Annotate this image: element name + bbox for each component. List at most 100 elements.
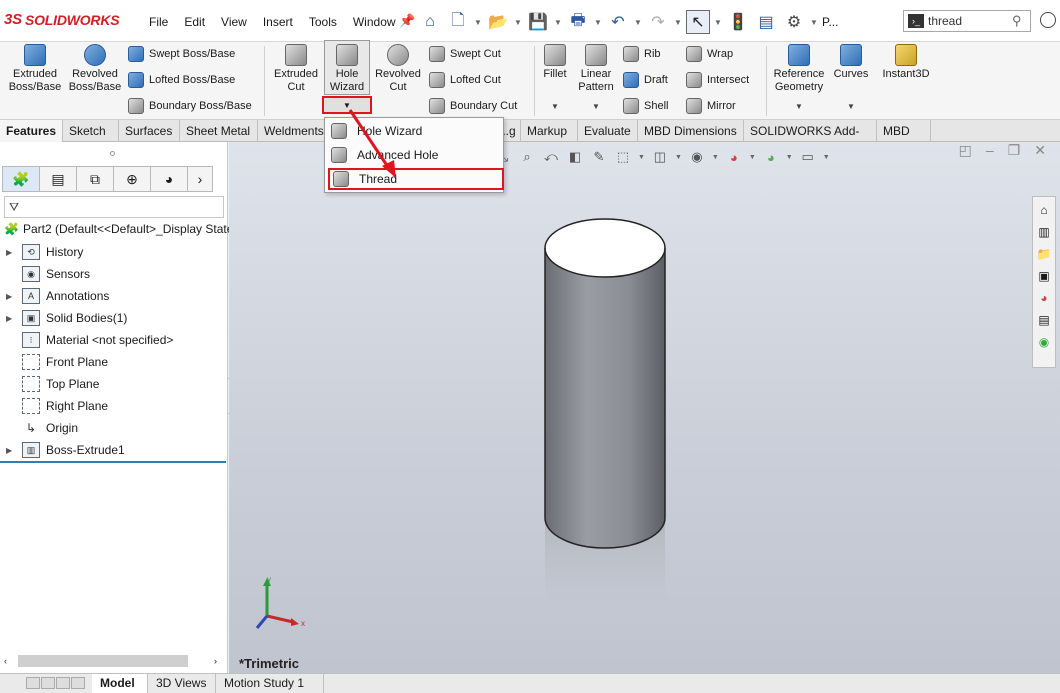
chevron-down-icon[interactable]: ▼ — [847, 102, 855, 111]
chevron-down-icon[interactable]: ▼ — [594, 18, 602, 27]
tab-weldments[interactable]: Weldments — [258, 120, 328, 142]
lofted-boss-button[interactable]: Lofted Boss/Base — [128, 72, 235, 88]
tree-item-top-plane[interactable]: Top Plane — [6, 374, 99, 394]
tab-evaluate[interactable]: Evaluate — [578, 120, 638, 142]
save-icon[interactable]: 💾 — [526, 10, 550, 34]
menu-insert[interactable]: Insert — [255, 15, 301, 29]
chevron-down-icon[interactable]: ▼ — [712, 154, 719, 161]
menu-file[interactable]: File — [141, 15, 176, 29]
chevron-down-icon[interactable]: ▼ — [795, 102, 803, 111]
draft-button[interactable]: Draft — [623, 72, 668, 88]
graphics-area[interactable]: ⤡ ⌕ ⤺ ◧ ✎ ⬚ ▼ ◫ ▼ ◉ ▼ ◕ ▼ ◕ ▼ ▭ ▼ ◰ – ❐ … — [229, 142, 1060, 673]
next-tab-icon[interactable] — [56, 677, 70, 689]
previous-view-icon[interactable]: ⤺ — [542, 148, 560, 166]
hide-show-items-icon[interactable]: ◉ — [688, 148, 706, 166]
display-manager-tab-icon[interactable]: ◕ — [150, 166, 188, 192]
chevron-down-icon[interactable]: ▼ — [514, 18, 522, 27]
cylinder-model[interactable] — [543, 218, 667, 638]
user-account-icon[interactable] — [1040, 12, 1056, 28]
revolved-boss-button[interactable]: Revolved Boss/Base — [68, 44, 122, 94]
tree-item-material[interactable]: ⁝ Material <not specified> — [6, 330, 173, 350]
tree-item-sensors[interactable]: ◉ Sensors — [6, 264, 90, 284]
open-icon[interactable]: 📂 — [486, 10, 510, 34]
new-document-icon[interactable]: 🗋 — [446, 10, 470, 34]
horizontal-scrollbar[interactable]: ‹ › — [0, 651, 226, 671]
apply-scene-icon[interactable]: ◕ — [762, 148, 780, 166]
tab-markup[interactable]: Markup — [521, 120, 578, 142]
extruded-boss-button[interactable]: Extruded Boss/Base — [6, 44, 64, 94]
tree-root-part[interactable]: 🧩 Part2 (Default<<Default>_Display State — [4, 222, 233, 236]
boundary-cut-button[interactable]: Boundary Cut — [429, 98, 517, 114]
property-manager-tab-icon[interactable]: ▤ — [39, 166, 77, 192]
more-label[interactable]: P... — [822, 15, 838, 29]
custom-properties-icon[interactable]: ▤ — [1035, 311, 1053, 329]
chevron-down-icon[interactable]: ▼ — [674, 18, 682, 27]
pin-icon[interactable]: 📌 — [399, 13, 415, 29]
expand-arrow-icon[interactable]: ▶ — [6, 446, 18, 455]
chevron-down-icon[interactable]: ▼ — [714, 18, 722, 27]
chevron-right-icon[interactable]: › — [187, 166, 213, 192]
close-icon[interactable]: ✕ — [1034, 142, 1046, 159]
menu-window[interactable]: Window — [345, 15, 404, 29]
shell-button[interactable]: Shell — [623, 98, 668, 114]
dynamic-annotation-icon[interactable]: ✎ — [590, 148, 608, 166]
chevron-left-icon[interactable]: ‹ — [4, 656, 7, 666]
display-style-icon[interactable]: ◫ — [651, 148, 669, 166]
minimize-icon[interactable]: – — [986, 142, 994, 159]
solidworks-logo[interactable]: 3S SOLIDWORKS — [4, 11, 120, 28]
reference-geometry-button[interactable]: Reference Geometry — [772, 44, 826, 94]
mirror-button[interactable]: Mirror — [686, 98, 736, 114]
chevron-down-icon[interactable]: ▼ — [554, 18, 562, 27]
curves-button[interactable]: Curves — [832, 44, 870, 81]
filter-icon[interactable]: ⛛ — [4, 196, 224, 218]
tab-3d-views[interactable]: 3D Views — [148, 674, 216, 693]
expand-arrow-icon[interactable]: ▶ — [6, 292, 18, 301]
rebuild-traffic-light-icon[interactable]: 🚦 — [726, 10, 750, 34]
tab-sheet-metal[interactable]: Sheet Metal — [180, 120, 258, 142]
solidworks-forum-icon[interactable]: ◉ — [1035, 333, 1053, 351]
home-icon[interactable]: ⌂ — [418, 10, 442, 34]
zoom-area-icon[interactable]: ⌕ — [518, 148, 536, 166]
tab-features[interactable]: Features — [0, 120, 63, 142]
chevron-down-icon[interactable]: ▼ — [749, 154, 756, 161]
pane-grip[interactable] — [110, 151, 115, 156]
menu-edit[interactable]: Edit — [176, 15, 213, 29]
menu-tools[interactable]: Tools — [301, 15, 345, 29]
tab-solidworks-addins[interactable]: SOLIDWORKS Add-Ins — [744, 120, 877, 160]
revolved-cut-button[interactable]: Revolved Cut — [374, 44, 422, 94]
chevron-down-icon[interactable]: ▼ — [786, 154, 793, 161]
last-tab-icon[interactable] — [71, 677, 85, 689]
tree-item-right-plane[interactable]: Right Plane — [6, 396, 108, 416]
first-tab-icon[interactable] — [26, 677, 40, 689]
intersect-button[interactable]: Intersect — [686, 72, 749, 88]
feature-tree-tab-icon[interactable]: 🧩 — [2, 166, 40, 192]
boundary-boss-button[interactable]: Boundary Boss/Base — [128, 98, 252, 114]
chevron-down-icon[interactable]: ▼ — [551, 102, 559, 111]
chevron-down-icon[interactable]: ▼ — [823, 154, 830, 161]
rib-button[interactable]: Rib — [623, 46, 661, 62]
options-gear-icon[interactable]: ⚙ — [782, 10, 806, 34]
view-settings-icon[interactable]: ▭ — [799, 148, 817, 166]
section-view-icon[interactable]: ◧ — [566, 148, 584, 166]
appearances-icon[interactable]: ◕ — [1035, 289, 1053, 307]
view-orientation-icon[interactable]: ⬚ — [614, 148, 632, 166]
swept-boss-button[interactable]: Swept Boss/Base — [128, 46, 235, 62]
search-icon[interactable]: ⚲ — [1012, 13, 1030, 29]
tree-item-front-plane[interactable]: Front Plane — [6, 352, 108, 372]
tree-item-annotations[interactable]: ▶ A Annotations — [6, 286, 109, 306]
edit-appearance-icon[interactable]: ◕ — [725, 148, 743, 166]
undo-icon[interactable]: ↶ — [606, 10, 630, 34]
tree-item-boss-extrude1[interactable]: ▶ ▥ Boss-Extrude1 — [6, 440, 125, 460]
chevron-down-icon[interactable]: ▼ — [592, 102, 600, 111]
file-explorer-icon[interactable]: 📁 — [1035, 245, 1053, 263]
home-icon[interactable]: ⌂ — [1035, 201, 1053, 219]
redo-icon[interactable]: ↷ — [646, 10, 670, 34]
previous-tab-icon[interactable] — [41, 677, 55, 689]
wrap-button[interactable]: Wrap — [686, 46, 733, 62]
tab-mbd-dimensions[interactable]: MBD Dimensions — [638, 120, 744, 142]
file-properties-icon[interactable]: ▤ — [754, 10, 778, 34]
view-palette-icon[interactable]: ▣ — [1035, 267, 1053, 285]
tree-item-history[interactable]: ▶ ⟲ History — [6, 242, 83, 262]
tile-icon[interactable]: ◰ — [959, 142, 972, 159]
tab-model[interactable]: Model — [92, 674, 148, 693]
